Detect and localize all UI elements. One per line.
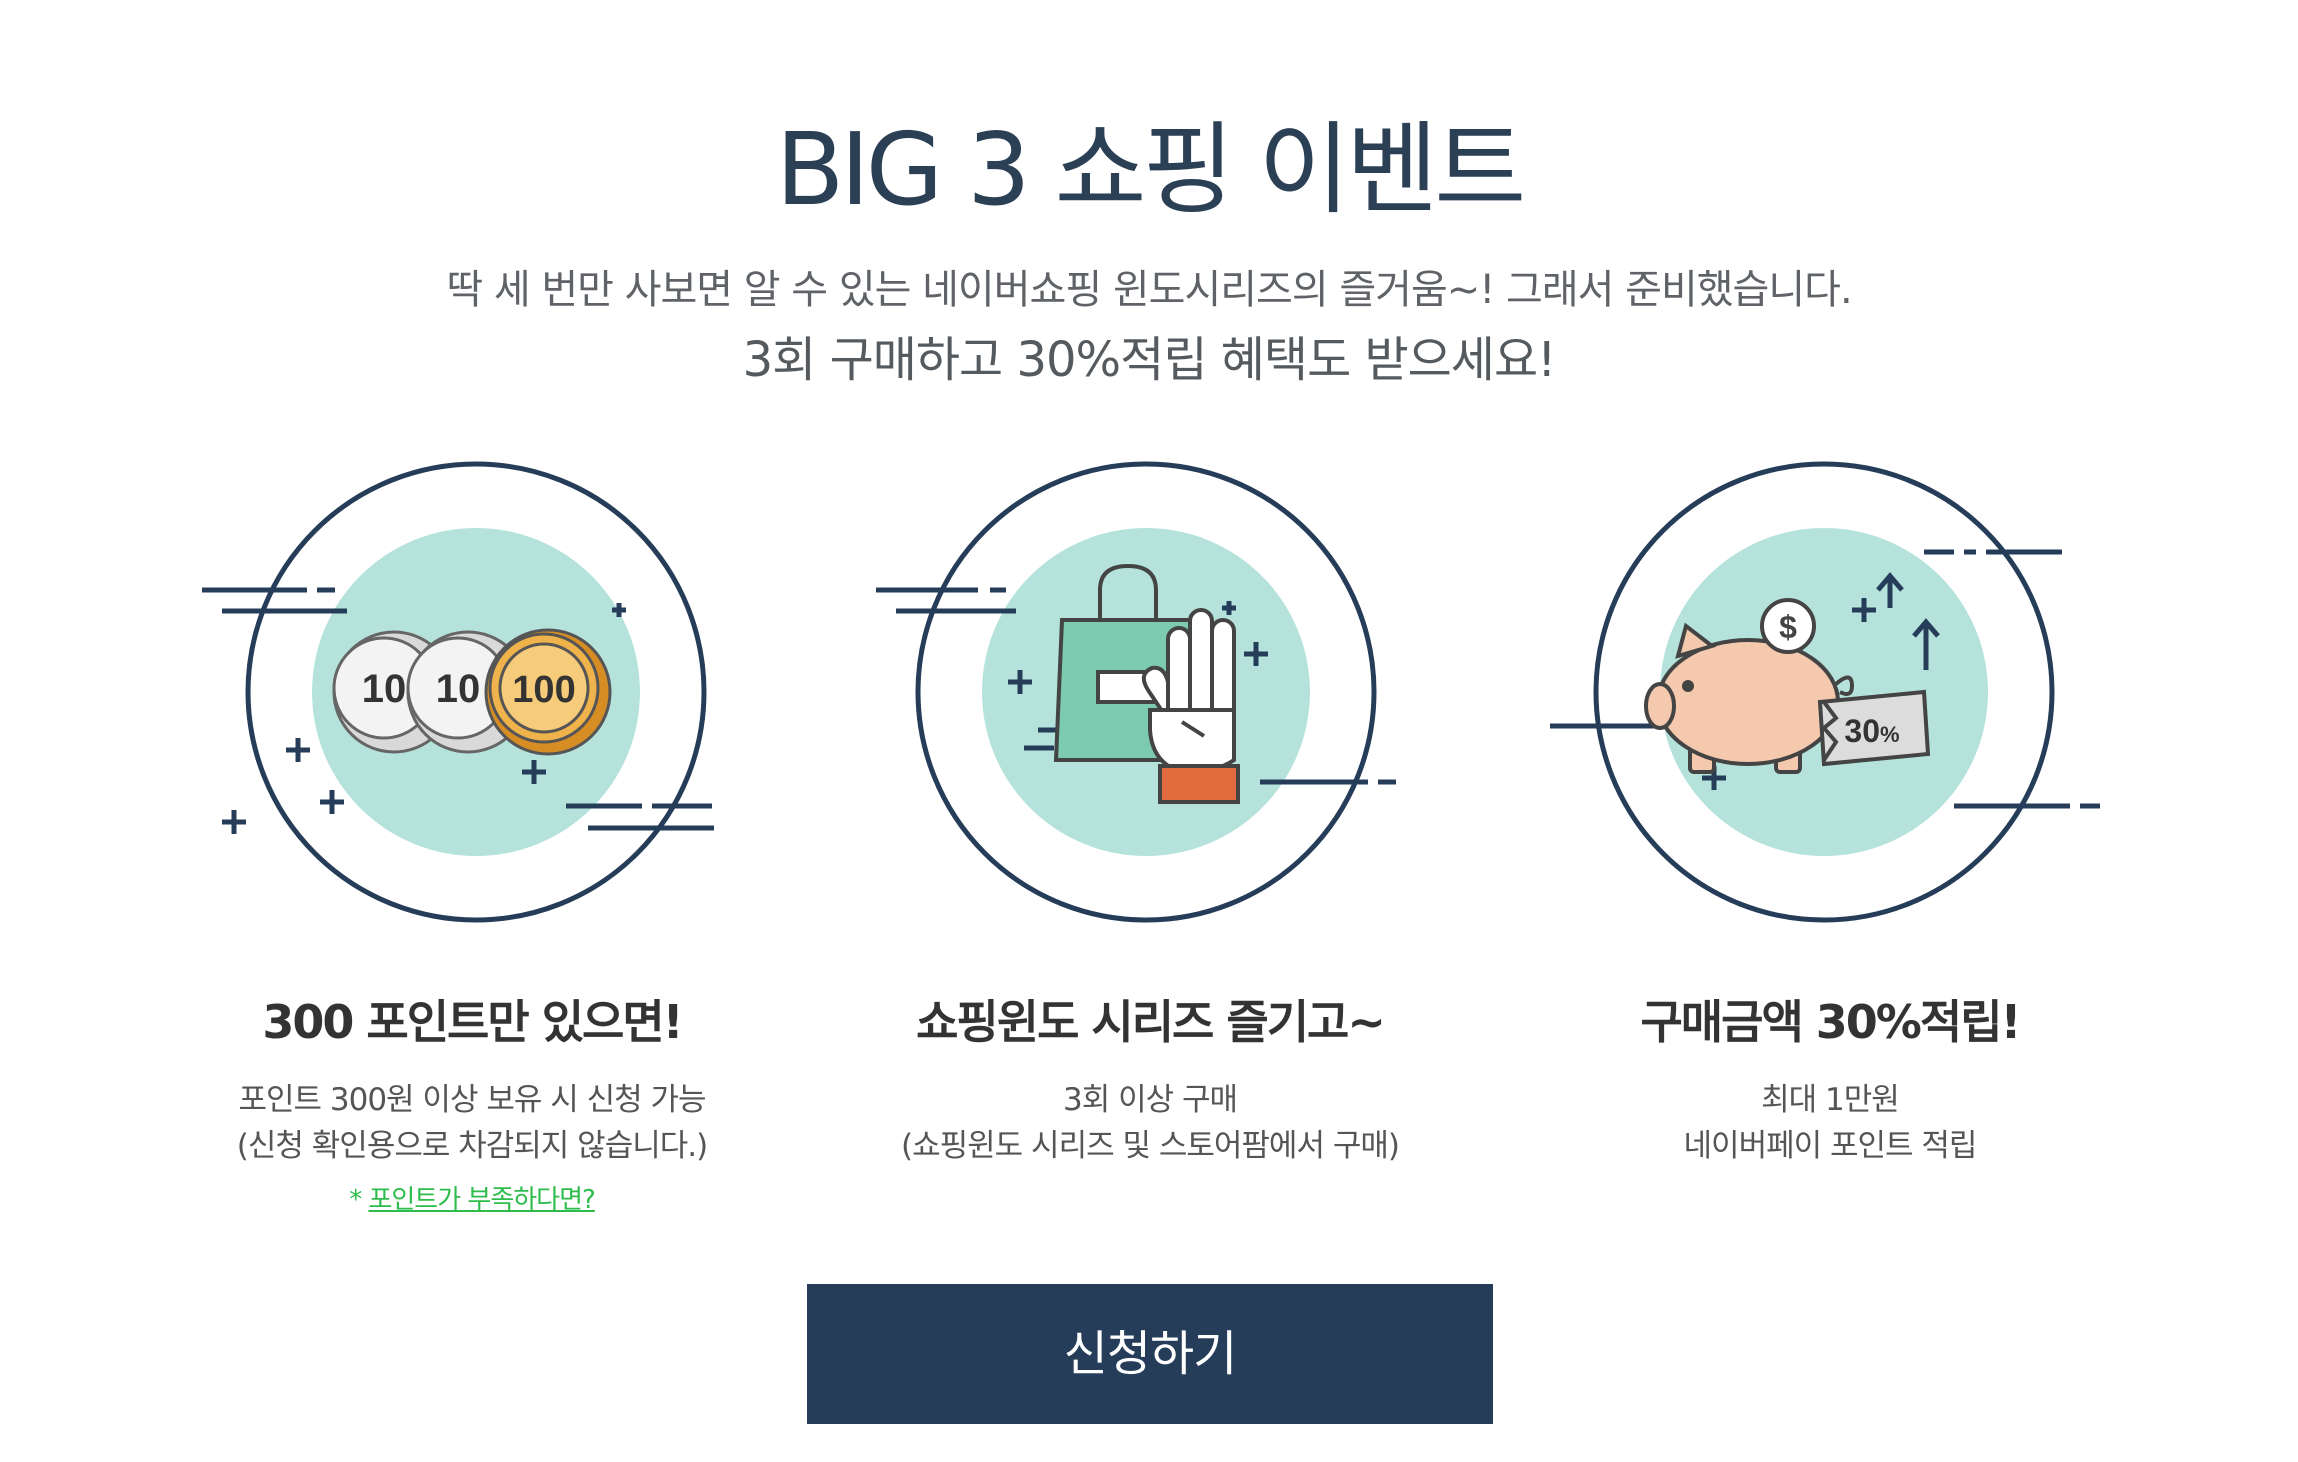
svg-text:10: 10 <box>362 667 407 711</box>
feature-title: 쇼핑윈도 시리즈 즐기고~ <box>916 995 1386 1049</box>
feature-desc-line2: (쇼핑윈도 시리즈 및 스토어팜에서 구매) <box>901 1128 1400 1164</box>
svg-text:10: 10 <box>436 667 481 711</box>
feature-desc-line1: 포인트 300원 이상 보유 시 신청 가능 <box>238 1082 706 1118</box>
page-subtitle-line2: 3회 구매하고 30%적립 혜택도 받으세요! <box>742 332 1557 388</box>
feature-title: 300 포인트만 있으면! <box>262 995 683 1049</box>
link-text[interactable]: 포인트가 부족하다면? <box>368 1185 595 1215</box>
feature-shopping-window: 쇼핑윈도 시리즈 즐기고~ 3회 이상 구매 (쇼핑윈도 시리즈 및 스토어팜에… <box>830 460 1470 1240</box>
apply-button[interactable]: 신청하기 <box>807 1284 1493 1424</box>
shopping-bag-hand-icon <box>876 461 1396 923</box>
feature-desc-line1: 최대 1만원 <box>1761 1082 1900 1118</box>
feature-desc-line2: 네이버페이 포인트 적립 <box>1683 1128 1978 1164</box>
page-title: BIG 3 쇼핑 이벤트 <box>775 111 1527 228</box>
feature-title: 구매금액 30%적립! <box>1640 995 2021 1049</box>
feature-reward: $ 30% 구매금액 30%적립! 최대 1만원 네이버페이 포인트 적립 <box>1510 460 2150 1240</box>
svg-text:$: $ <box>1779 609 1797 645</box>
feature-points: 10 10 100 300 포인트만 있으면! 포인트 300원 이상 보유 시… <box>152 460 792 1240</box>
event-page: BIG 3 쇼핑 이벤트 딱 세 번만 사보면 알 수 있는 네이버쇼핑 윈도시… <box>0 0 2298 1462</box>
feature-desc-line2: (신청 확인용으로 차감되지 않습니다.) <box>236 1128 708 1164</box>
link-marker: * <box>349 1185 362 1215</box>
piggy-bank-icon: $ 30% <box>1550 461 2100 923</box>
insufficient-points-link[interactable]: * 포인트가 부족하다면? <box>152 1182 792 1218</box>
feature-desc-line1: 3회 이상 구매 <box>1062 1082 1238 1118</box>
page-subtitle-line1: 딱 세 번만 사보면 알 수 있는 네이버쇼핑 윈도시리즈의 즐거움~! 그래서… <box>446 267 1852 313</box>
svg-text:100: 100 <box>512 669 575 711</box>
coins-icon: 10 10 100 <box>202 461 714 923</box>
